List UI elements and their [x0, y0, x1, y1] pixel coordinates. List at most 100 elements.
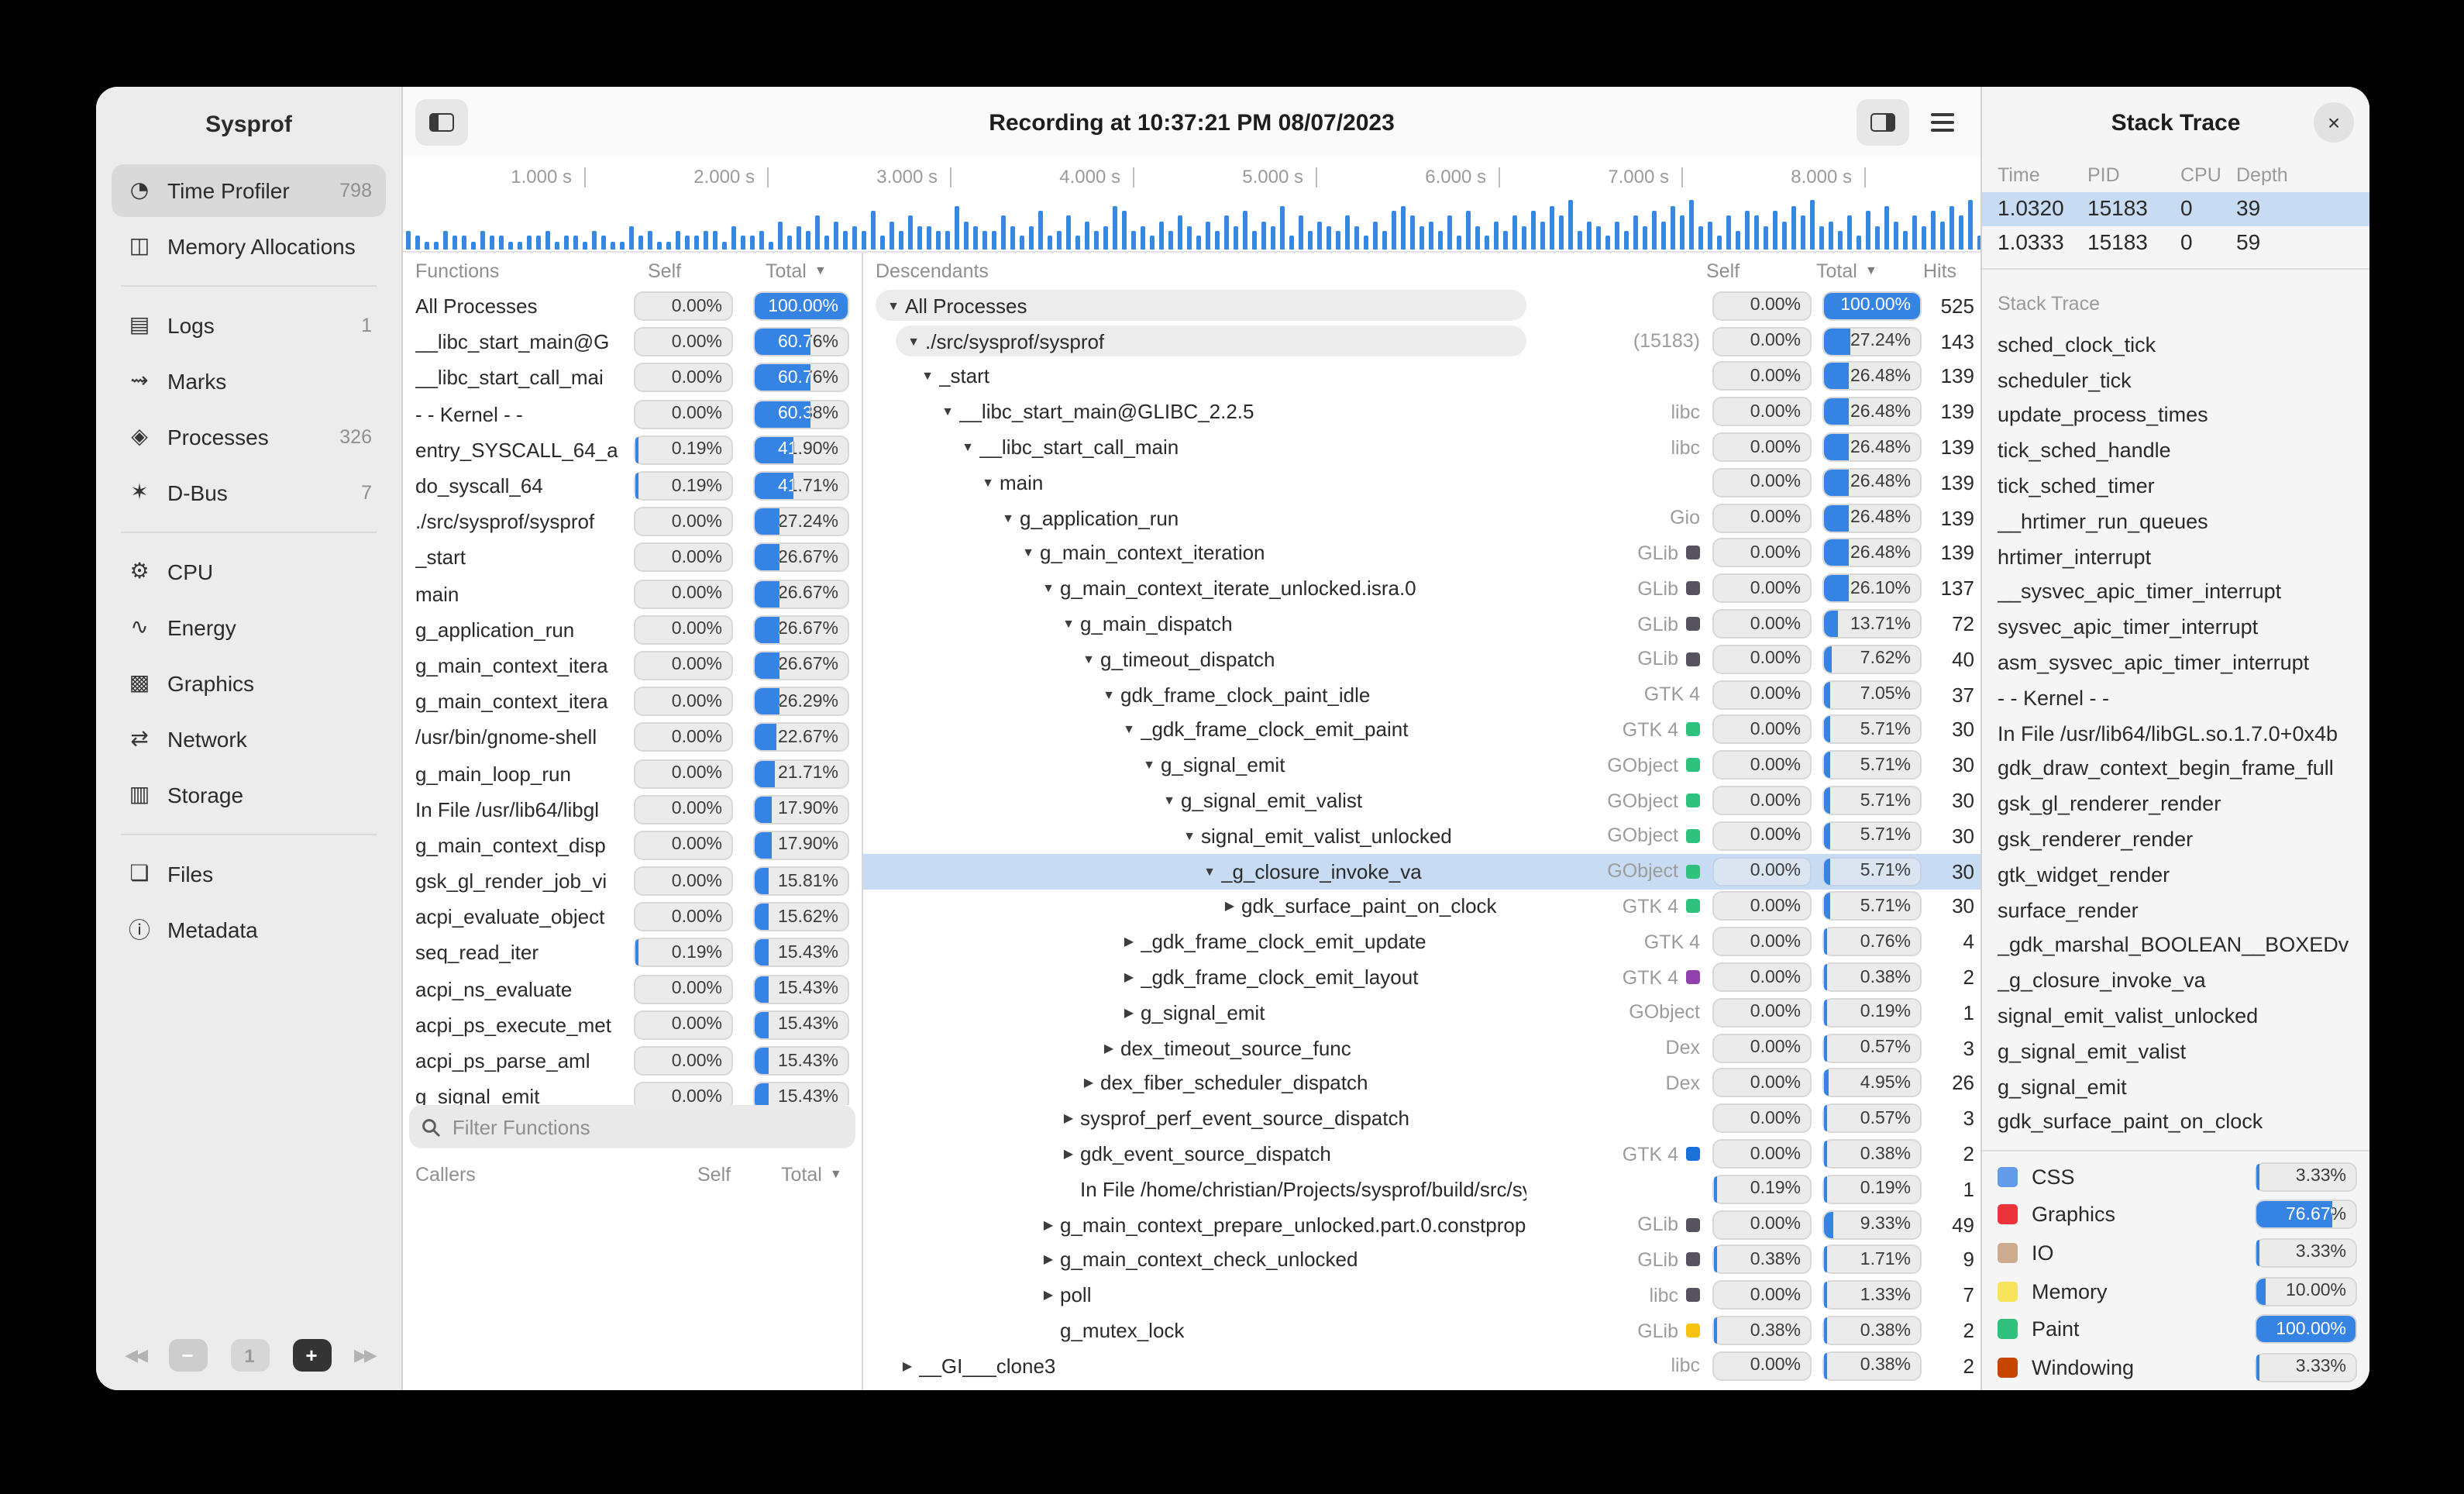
tree-row[interactable]: ▼g_timeout_dispatchGLib0.00%7.62%7.62%40 — [863, 642, 1980, 677]
table-row[interactable]: g_main_loop_run0.00%21.71%21.71% — [403, 756, 862, 791]
stack-frame[interactable]: gtk_widget_render — [1998, 857, 2363, 893]
table-row[interactable]: /usr/bin/gnome-shell0.00%22.67%22.67% — [403, 720, 862, 756]
chevron-right-icon[interactable]: ▶ — [1117, 1006, 1141, 1020]
tree-row[interactable]: ▼_gdk_frame_clock_emit_paintGTK 40.00%5.… — [863, 712, 1980, 748]
table-row[interactable]: All Processes0.00%100.00%100.00% — [403, 288, 862, 324]
filter-functions-input[interactable] — [449, 1114, 843, 1140]
chevron-down-icon[interactable]: ▼ — [956, 440, 979, 454]
table-row[interactable]: gsk_gl_render_job_vi0.00%15.81%15.81% — [403, 863, 862, 899]
chevron-right-icon[interactable]: ▶ — [896, 1359, 919, 1373]
zoom-out-button[interactable]: − — [168, 1339, 207, 1372]
stack-frame[interactable]: gdk_draw_context_begin_frame_full — [1998, 751, 2363, 787]
table-row[interactable]: main0.00%26.67%26.67% — [403, 576, 862, 611]
sidebar-item-memory-allocations[interactable]: ◫Memory Allocations — [112, 220, 386, 273]
stack-frame[interactable]: scheduler_tick — [1998, 363, 2363, 398]
chevron-down-icon[interactable]: ▼ — [996, 511, 1020, 525]
functions-column-header[interactable]: Functions — [415, 253, 632, 288]
chevron-right-icon[interactable]: ▶ — [1057, 1147, 1080, 1161]
tree-row[interactable]: ▼_g_closure_invoke_vaGObject0.00%5.71%5.… — [863, 854, 1980, 890]
chevron-right-icon[interactable]: ▶ — [1218, 900, 1241, 914]
chevron-right-icon[interactable]: ▶ — [1097, 1041, 1120, 1055]
zoom-level-button[interactable]: 1 — [230, 1339, 269, 1372]
chevron-right-icon[interactable]: ▶ — [1117, 970, 1141, 984]
sidebar-item-logs[interactable]: ▤Logs1 — [112, 299, 386, 352]
tree-row[interactable]: ▶gdk_surface_paint_on_clockGTK 40.00%5.7… — [863, 889, 1980, 924]
table-row[interactable]: do_syscall_640.19%0.19%41.71%41.71% — [403, 468, 862, 504]
stack-frame[interactable]: sched_clock_tick — [1998, 327, 2363, 363]
descendants-hits-header[interactable]: Hits — [1923, 253, 1985, 288]
tree-row[interactable]: ▼g_signal_emitGObject0.00%5.71%5.71%30 — [863, 748, 1980, 783]
stack-frame[interactable]: In File /usr/lib64/libGL.so.1.7.0+0x4b — [1998, 716, 2363, 752]
stack-frame[interactable]: __sysvec_apic_timer_interrupt — [1998, 574, 2363, 610]
stack-frame[interactable]: __hrtimer_run_queues — [1998, 504, 2363, 539]
descendants-self-header[interactable]: Self — [1706, 253, 1784, 288]
fast-forward-icon[interactable]: ▶▶ — [354, 1345, 374, 1365]
chevron-right-icon[interactable]: ▶ — [1057, 1111, 1080, 1125]
chevron-right-icon[interactable]: ▶ — [1077, 1076, 1100, 1090]
table-row[interactable]: g_main_context_disp0.00%17.90%17.90% — [403, 828, 862, 863]
chevron-down-icon[interactable]: ▼ — [936, 405, 959, 419]
chevron-down-icon[interactable]: ▼ — [1137, 759, 1161, 773]
chevron-down-icon[interactable]: ▼ — [1077, 652, 1100, 666]
tree-row[interactable]: ▼./src/sysprof/sysprof(15183)0.00%27.24%… — [863, 324, 1980, 360]
tree-row[interactable]: ▼__libc_start_call_mainlibc0.00%26.48%26… — [863, 429, 1980, 465]
sidebar-item-cpu[interactable]: ⚙CPU — [112, 546, 386, 598]
table-row[interactable]: seq_read_iter0.19%0.19%15.43%15.43% — [403, 935, 862, 971]
stack-frame[interactable]: asm_sysvec_apic_timer_interrupt — [1998, 645, 2363, 680]
tree-row[interactable]: ▶g_signal_emitGObject0.00%0.19%0.19%1 — [863, 995, 1980, 1031]
stack-frame[interactable]: _gdk_marshal_BOOLEAN__BOXEDv — [1998, 928, 2363, 963]
table-row[interactable]: acpi_ps_execute_met0.00%15.43%15.43% — [403, 1007, 862, 1043]
chevron-down-icon[interactable]: ▼ — [1057, 617, 1080, 631]
sidebar-item-processes[interactable]: ◈Processes326 — [112, 411, 386, 463]
stack-frame[interactable]: hrtimer_interrupt — [1998, 539, 2363, 575]
table-row[interactable]: ./src/sysprof/sysprof0.00%27.24%27.24% — [403, 504, 862, 539]
chevron-down-icon[interactable]: ▼ — [1037, 582, 1060, 596]
tree-row[interactable]: ▼g_main_context_iterationGLib0.00%26.48%… — [863, 535, 1980, 571]
chevron-down-icon[interactable]: ▼ — [902, 334, 925, 348]
tree-row[interactable]: ▼All Processes0.00%100.00%100.00%525 — [863, 288, 1980, 324]
tree-row[interactable]: ▶sysprof_perf_event_source_dispatch0.00%… — [863, 1101, 1980, 1137]
stack-frame[interactable]: surface_render — [1998, 893, 2363, 928]
sidebar-item-energy[interactable]: ∿Energy — [112, 601, 386, 654]
tree-row[interactable]: ▶_gdk_frame_clock_emit_updateGTK 40.00%0… — [863, 924, 1980, 960]
stack-frame[interactable]: tick_sched_timer — [1998, 468, 2363, 504]
tree-row[interactable]: ▶dex_timeout_source_funcDex0.00%0.57%0.5… — [863, 1030, 1980, 1065]
chevron-down-icon[interactable]: ▼ — [976, 476, 1000, 490]
callers-self-header[interactable]: Self — [697, 1156, 775, 1192]
tree-row[interactable]: ▼gdk_frame_clock_paint_idleGTK 40.00%7.0… — [863, 677, 1980, 713]
table-row[interactable]: In File /usr/lib64/libgl0.00%17.90%17.90… — [403, 791, 862, 827]
sidebar-item-files[interactable]: ❏Files — [112, 848, 386, 900]
sidebar-item-storage[interactable]: ▥Storage — [112, 769, 386, 821]
stack-frame[interactable]: gsk_renderer_render — [1998, 821, 2363, 857]
tree-row[interactable]: ▶__GI___clone3libc0.00%0.38%0.38%2 — [863, 1348, 1980, 1384]
sidebar-item-time-profiler[interactable]: ◔Time Profiler798 — [112, 164, 386, 217]
chevron-right-icon[interactable]: ▶ — [1117, 935, 1141, 948]
table-row[interactable]: acpi_evaluate_object0.00%15.62%15.62% — [403, 899, 862, 935]
table-row[interactable]: - - Kernel - -0.00%60.38%60.38% — [403, 396, 862, 432]
tree-row[interactable]: ▶gdk_event_source_dispatchGTK 40.00%0.38… — [863, 1136, 1980, 1172]
sidebar-item-graphics[interactable]: ▩Graphics — [112, 657, 386, 710]
table-row[interactable]: g_main_context_itera0.00%26.29%26.29% — [403, 683, 862, 719]
menu-button[interactable] — [1919, 99, 1965, 146]
chevron-down-icon[interactable]: ▼ — [1117, 723, 1141, 737]
cpu-activity-chart[interactable] — [403, 195, 1980, 253]
stack-frame[interactable]: - - Kernel - - — [1998, 680, 2363, 716]
functions-self-header[interactable]: Self — [648, 253, 725, 288]
tree-row[interactable]: ▼g_main_dispatchGLib0.00%13.71%13.71%72 — [863, 606, 1980, 642]
close-icon[interactable]: × — [2314, 102, 2354, 143]
chevron-right-icon[interactable]: ▶ — [1037, 1288, 1060, 1302]
table-row[interactable]: g_main_context_itera0.00%26.67%26.67% — [403, 648, 862, 683]
table-row[interactable]: g_signal_emit0.00%15.43%15.43% — [403, 1079, 862, 1105]
stack-frame[interactable]: gdk_surface_paint_on_clock — [1998, 1104, 2363, 1140]
descendants-column-header[interactable]: Descendants — [876, 253, 1186, 288]
rewind-icon[interactable]: ◀◀ — [125, 1345, 145, 1365]
tree-row[interactable]: In File /home/christian/Projects/sysprof… — [863, 1172, 1980, 1207]
descendants-total-header[interactable]: Total▼ — [1816, 253, 1877, 288]
chevron-down-icon[interactable]: ▼ — [916, 370, 939, 384]
chevron-right-icon[interactable]: ▶ — [1037, 1253, 1060, 1267]
sidebar-item-metadata[interactable]: ⓘMetadata — [112, 904, 386, 956]
tree-row[interactable]: ▶dex_fiber_scheduler_dispatchDex0.00%4.9… — [863, 1065, 1980, 1101]
table-row[interactable]: __libc_start_main@G0.00%60.76%60.76% — [403, 324, 862, 360]
chevron-down-icon[interactable]: ▼ — [1158, 793, 1181, 807]
tree-row[interactable]: ▶polllibc0.00%1.33%1.33%7 — [863, 1278, 1980, 1313]
